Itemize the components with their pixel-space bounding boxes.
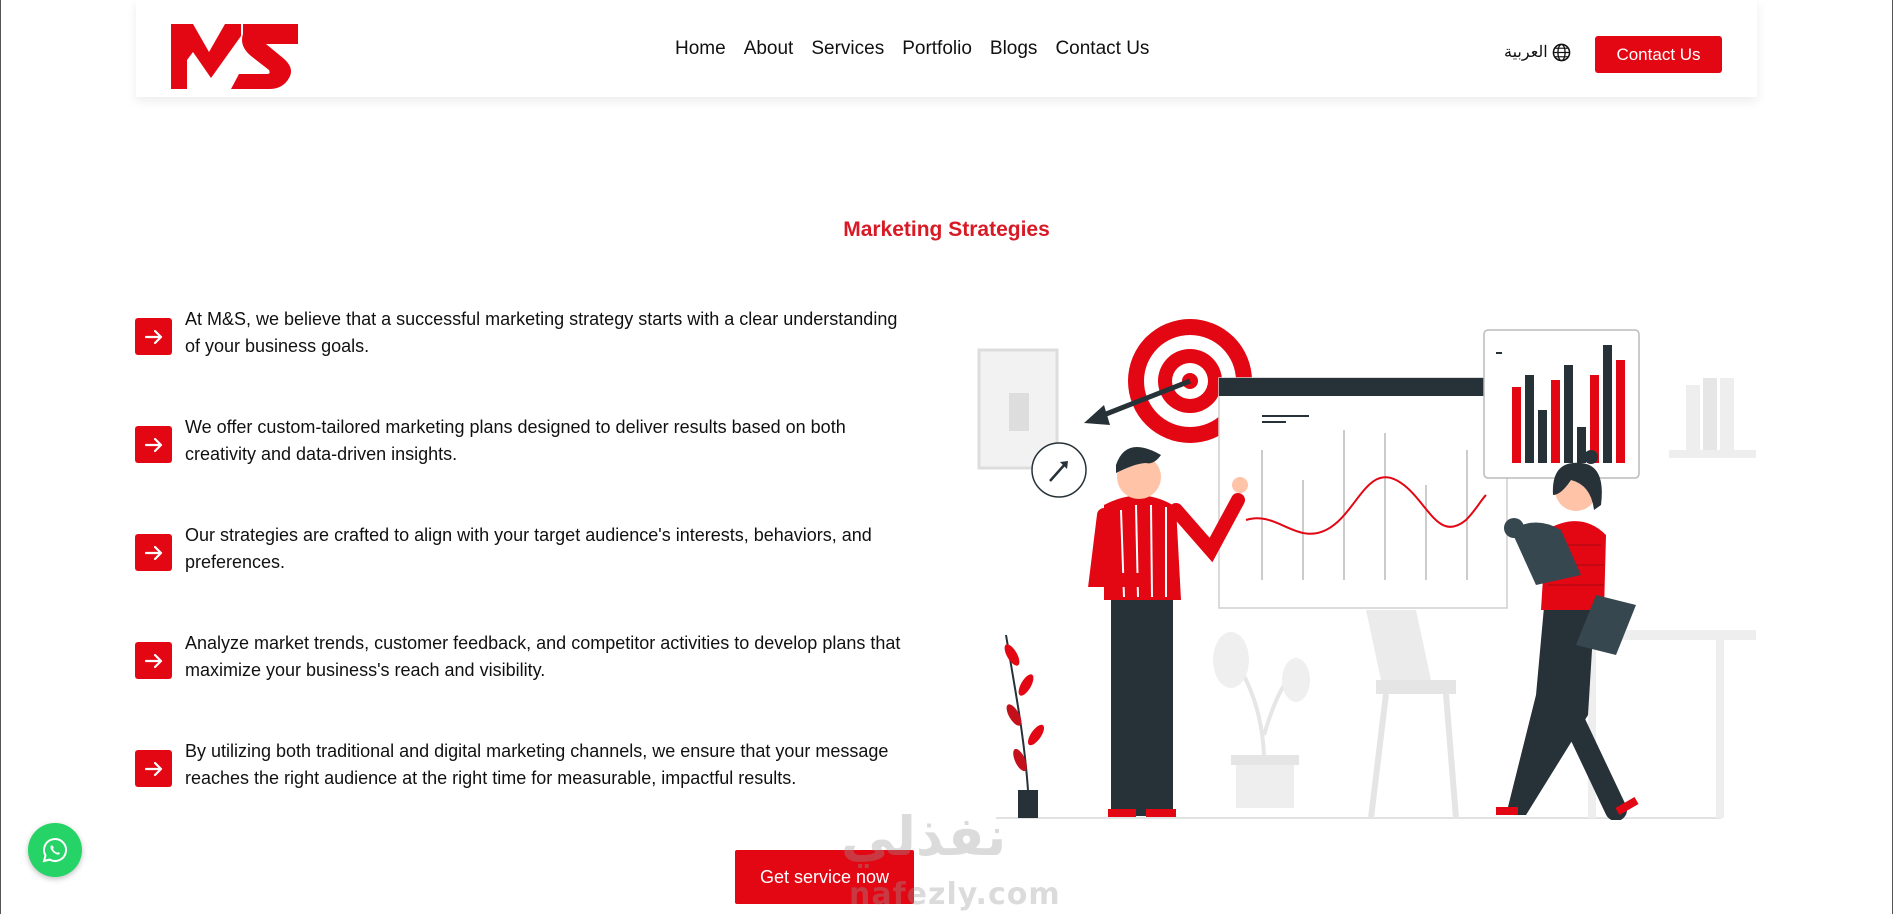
list-item-text: Our strategies are crafted to align with… xyxy=(185,525,872,572)
list-item: At M&S, we believe that a successful mar… xyxy=(135,306,915,360)
whatsapp-button[interactable] xyxy=(28,823,82,877)
logo[interactable] xyxy=(171,22,298,89)
whatsapp-icon xyxy=(42,837,67,863)
list-item: Our strategies are crafted to align with… xyxy=(135,522,915,576)
contact-us-button[interactable]: Contact Us xyxy=(1595,36,1722,73)
list-item-text: By utilizing both traditional and digita… xyxy=(185,741,889,788)
list-item-text: At M&S, we believe that a successful mar… xyxy=(185,309,898,356)
list-item: Analyze market trends, customer feedback… xyxy=(135,630,915,684)
arrow-right-icon xyxy=(135,750,172,787)
nav-contact-us[interactable]: Contact Us xyxy=(1055,38,1149,60)
list-item-text: We offer custom-tailored marketing plans… xyxy=(185,417,846,464)
arrow-right-icon xyxy=(135,318,172,355)
arrow-right-icon xyxy=(135,534,172,571)
page-title: Marketing Strategies xyxy=(843,218,1050,241)
main-nav: Home About Services Portfolio Blogs Cont… xyxy=(675,0,1149,97)
nav-portfolio[interactable]: Portfolio xyxy=(902,38,972,60)
list-item: By utilizing both traditional and digita… xyxy=(135,738,915,792)
marketing-illustration xyxy=(977,319,1756,820)
arrow-right-icon xyxy=(135,642,172,679)
language-label: العربية xyxy=(1504,44,1548,61)
site-header: Home About Services Portfolio Blogs Cont… xyxy=(136,0,1757,97)
nav-services[interactable]: Services xyxy=(811,38,884,60)
globe-icon xyxy=(1552,43,1571,61)
nav-home[interactable]: Home xyxy=(675,38,726,60)
list-item-text: Analyze market trends, customer feedback… xyxy=(185,633,901,680)
list-item: We offer custom-tailored marketing plans… xyxy=(135,414,915,468)
get-service-button[interactable]: Get service now xyxy=(735,850,914,904)
arrow-right-icon xyxy=(135,426,172,463)
language-switcher[interactable]: العربية xyxy=(1504,42,1571,62)
nav-about[interactable]: About xyxy=(744,38,794,60)
nav-blogs[interactable]: Blogs xyxy=(990,38,1038,60)
